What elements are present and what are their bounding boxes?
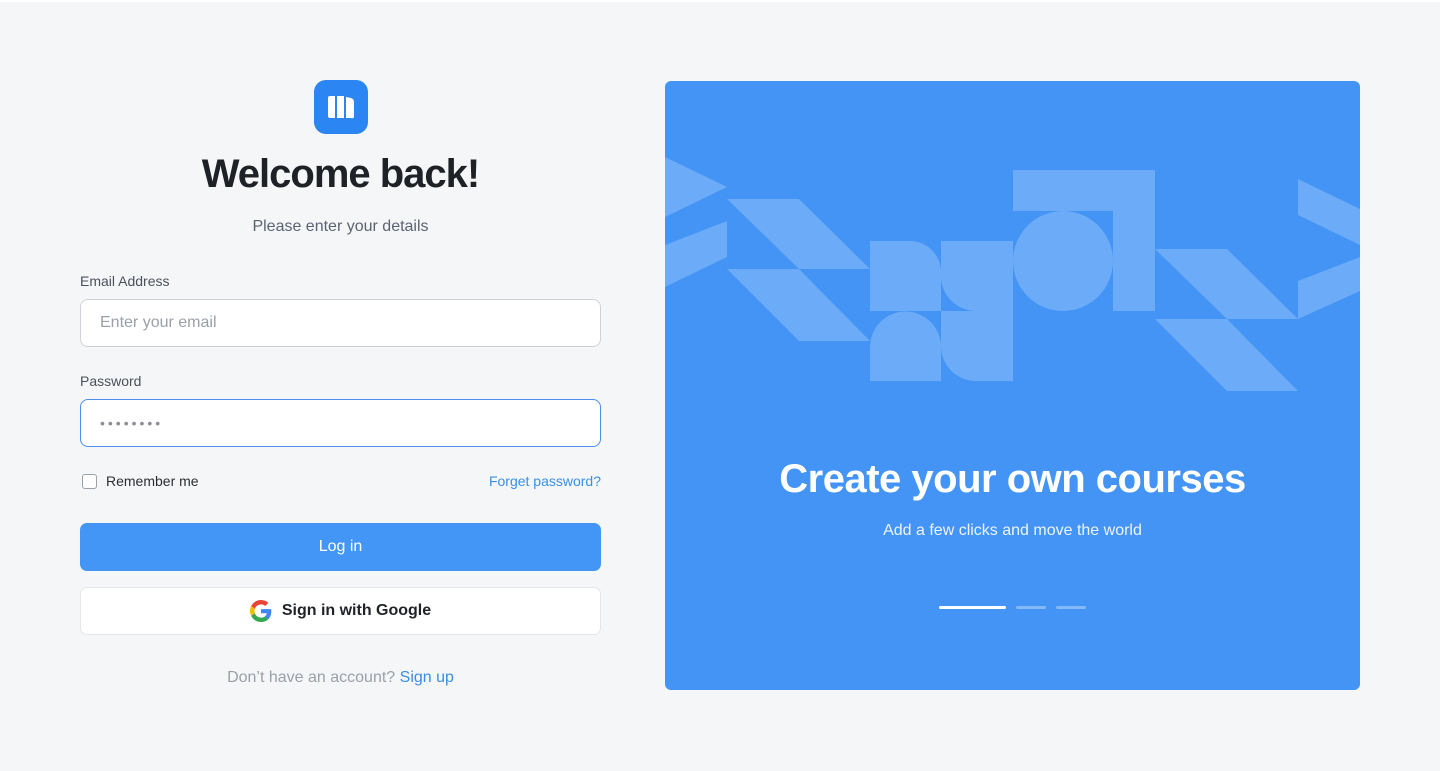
top-divider <box>0 0 1440 2</box>
password-label: Password <box>80 373 142 389</box>
signup-link[interactable]: Sign up <box>400 669 454 686</box>
email-field[interactable] <box>80 299 601 347</box>
signup-prompt-text: Don’t have an account? <box>227 669 396 686</box>
hero-title: Create your own courses <box>779 457 1246 501</box>
remember-checkbox[interactable] <box>82 473 97 489</box>
login-button[interactable]: Log in <box>80 523 601 571</box>
password-field[interactable] <box>80 399 601 447</box>
carousel-dot-2[interactable] <box>1016 606 1046 609</box>
carousel-indicator <box>939 606 1086 609</box>
decorative-pattern <box>665 157 1360 391</box>
page-subtitle: Please enter your details <box>252 218 429 235</box>
carousel-dot-1[interactable] <box>939 606 1006 609</box>
carousel-dot-3[interactable] <box>1056 606 1086 609</box>
remember-me[interactable]: Remember me <box>82 473 199 489</box>
google-icon <box>249 600 272 622</box>
email-label: Email Address <box>80 273 170 289</box>
page-title: Welcome back! <box>201 152 481 196</box>
google-signin-button[interactable]: Sign in with Google <box>80 587 601 635</box>
google-button-label: Sign in with Google <box>281 602 432 619</box>
app-logo-icon <box>314 80 368 134</box>
hero-subtitle: Add a few clicks and move the world <box>883 522 1142 539</box>
signup-prompt: Don’t have an account? Sign up <box>80 669 601 687</box>
hero-panel: Create your own courses Add a few clicks… <box>665 81 1360 690</box>
remember-label: Remember me <box>106 473 199 489</box>
forgot-password-link[interactable]: Forget password? <box>489 473 601 489</box>
